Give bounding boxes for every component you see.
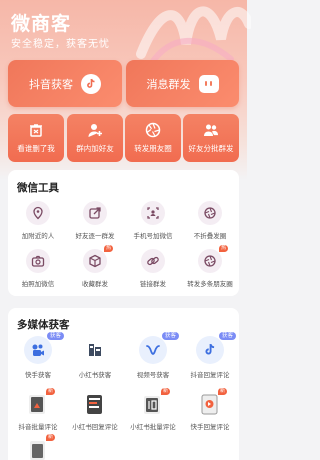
acquire-badge: 获客 — [218, 332, 236, 340]
group-add-friend-label: 群内加好友 — [76, 144, 114, 153]
tool-label: 链接群发 — [140, 280, 166, 288]
trash-icon — [30, 124, 42, 137]
box-icon: 热 — [83, 245, 113, 273]
media-label: 视频号获客 — [136, 371, 170, 379]
forward-moments-button[interactable]: 转发朋友圈 — [125, 114, 181, 162]
tool-phone-add[interactable]: 手机号加微信 — [125, 201, 181, 240]
no-fold-icon — [198, 201, 222, 225]
media-label: 快手回复评论 — [190, 423, 230, 431]
new-item-icon: 新 — [27, 434, 55, 460]
tool-label: 不折叠发圈 — [193, 232, 227, 240]
phone-id-icon — [141, 201, 165, 225]
ks-doc-icon: 新 — [199, 388, 227, 416]
message-broadcast-button[interactable]: 消息群发 — [126, 60, 239, 107]
channels-icon: 获客 — [139, 332, 179, 364]
tool-label: 好友逐一群发 — [75, 232, 115, 240]
wechat-tools-title: 微信工具 — [17, 182, 59, 194]
add-user-icon — [88, 124, 102, 137]
media-kuaishou-reply-comment[interactable]: 新 快手回复评论 — [182, 388, 238, 431]
media-xiaohongshu-acquire[interactable]: 小红书获客 — [67, 336, 123, 379]
hot-badge: 热 — [218, 245, 228, 252]
tool-label: 拍照加微信 — [21, 280, 55, 288]
batch-broadcast-label: 好友分批群发 — [188, 144, 234, 153]
message-icon — [198, 74, 219, 93]
acquire-badge: 获客 — [46, 332, 64, 340]
media-label: 抖音回复评论 — [190, 371, 230, 379]
who-deleted-me-label: 看谁删了我 — [17, 144, 55, 153]
acquire-badge: 获客 — [161, 332, 179, 340]
app-subtitle: 安全稳定，获客无忧 — [11, 39, 110, 50]
forward-icon — [83, 201, 107, 225]
media-douyin-batch-comment[interactable]: 新 抖音批量评论 — [10, 388, 66, 431]
media-channels-acquire[interactable]: 获客 视频号获客 — [125, 332, 181, 379]
media-tools-title: 多媒体获客 — [17, 319, 70, 331]
media-douyin-reply[interactable]: 获客 抖音回复评论 — [182, 332, 238, 379]
xiaohongshu-icon — [81, 336, 109, 364]
tiktok-icon — [81, 73, 101, 94]
batch-broadcast-button[interactable]: 好友分批群发 — [183, 114, 239, 162]
media-tools-card: 多媒体获客 获客 快手获客 小红书获客 获客 视频号获客 获客 抖音回复评论 新… — [8, 308, 239, 460]
aperture-icon — [145, 122, 161, 138]
media-label: 小红书批量评论 — [130, 423, 176, 431]
new-badge: 新 — [45, 388, 55, 395]
media-label: 小红书回复评论 — [72, 423, 118, 431]
media-label: 抖音批量评论 — [18, 423, 58, 431]
xhs-doc-icon — [84, 392, 106, 416]
group-icon — [204, 124, 218, 136]
tool-forward-multiple-moments[interactable]: 热 转发多条朋友圈 — [182, 245, 238, 288]
media-label: 快手获客 — [25, 371, 51, 379]
camera-icon — [26, 249, 50, 273]
douyin-doc-icon: 新 — [27, 388, 55, 416]
tool-label: 手机号加微信 — [133, 232, 173, 240]
douyin-acquire-label: 抖音获客 — [29, 77, 73, 91]
group-add-friend-button[interactable]: 群内加好友 — [67, 114, 123, 162]
tool-nearby-people[interactable]: 加附近的人 — [10, 201, 66, 240]
link-icon — [141, 249, 165, 273]
tool-link-broadcast[interactable]: 链接群发 — [125, 249, 181, 288]
media-label: 小红书获客 — [78, 371, 112, 379]
douyin-acquire-button[interactable]: 抖音获客 — [8, 60, 122, 107]
tool-photo-add[interactable]: 拍照加微信 — [10, 249, 66, 288]
wechat-tools-card: 微信工具 加附近的人 好友逐一群发 手机号加微信 不折叠发圈 拍照加微信 热 收… — [8, 170, 239, 296]
media-xhs-batch-comment[interactable]: 新 小红书批量评论 — [125, 388, 181, 431]
media-more-item[interactable]: 新 — [10, 434, 66, 460]
xhs-batch-icon: 新 — [142, 388, 170, 416]
new-badge: 新 — [217, 388, 227, 395]
aperture-icon: 热 — [198, 245, 228, 273]
new-badge: 新 — [160, 388, 170, 395]
app-title: 微商客 — [11, 13, 72, 35]
new-badge: 新 — [45, 434, 55, 441]
tool-label: 转发多条朋友圈 — [187, 280, 233, 288]
tool-label: 加附近的人 — [21, 232, 55, 240]
tool-label: 收藏群发 — [82, 280, 108, 288]
tool-friend-broadcast[interactable]: 好友逐一群发 — [67, 201, 123, 240]
media-xhs-reply-comment[interactable]: 小红书回复评论 — [67, 392, 123, 431]
who-deleted-me-button[interactable]: 看谁删了我 — [8, 114, 64, 162]
tiktok-icon: 获客 — [196, 332, 236, 364]
kuaishou-icon: 获客 — [24, 332, 64, 364]
message-broadcast-label: 消息群发 — [146, 77, 191, 91]
location-icon — [26, 201, 50, 225]
media-kuaishou-acquire[interactable]: 获客 快手获客 — [10, 332, 66, 379]
tool-no-fold-post[interactable]: 不折叠发圈 — [182, 201, 238, 240]
forward-moments-label: 转发朋友圈 — [134, 144, 172, 153]
hot-badge: 热 — [103, 245, 113, 252]
tool-favorites-broadcast[interactable]: 热 收藏群发 — [67, 245, 123, 288]
